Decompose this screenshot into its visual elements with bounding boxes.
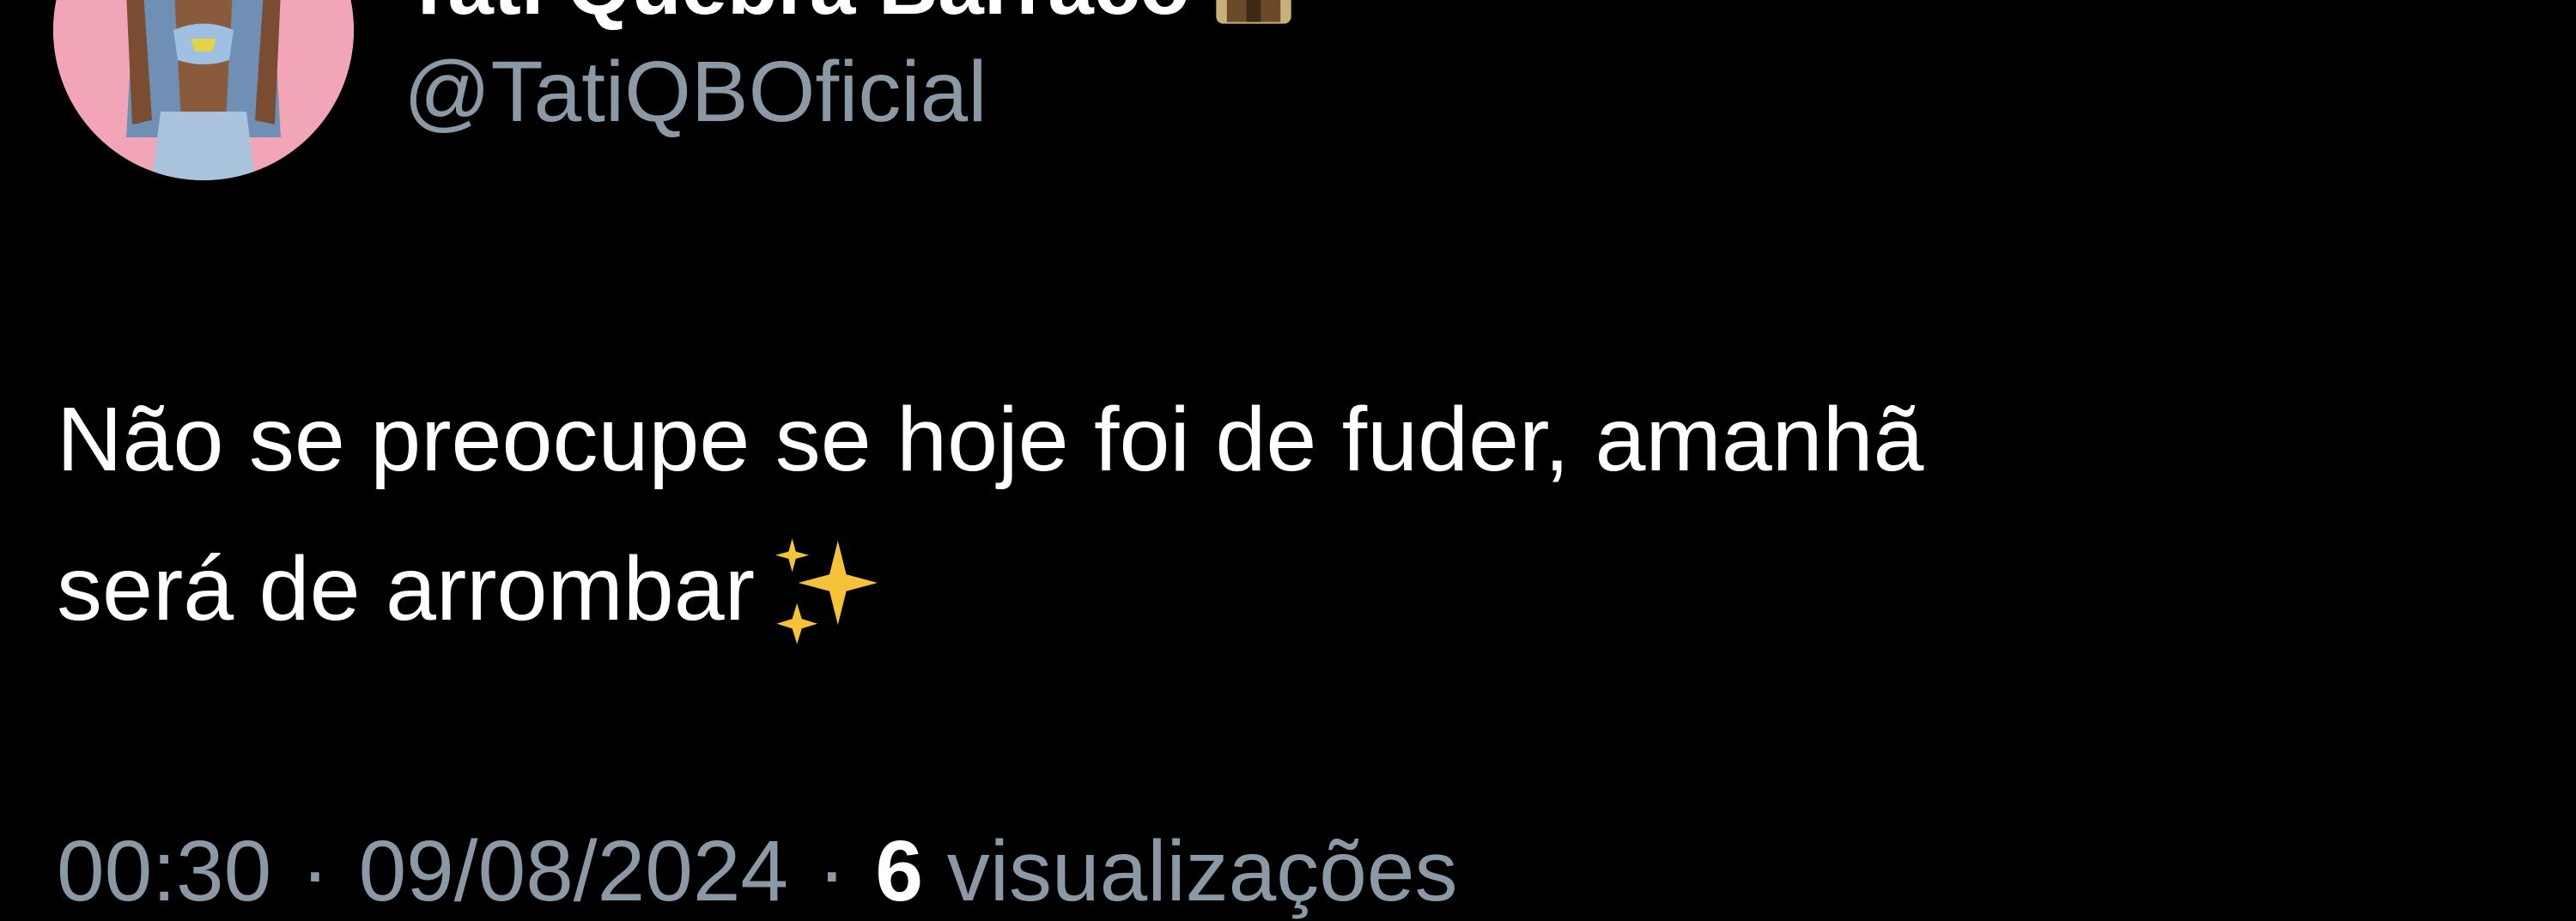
tweet-text-line-1: Não se preocupe se hoje foi de fuder, am… <box>57 389 1924 490</box>
tweet-text-line-2-text: será de arrombar <box>57 538 756 639</box>
tweet-time[interactable]: 00:30 <box>57 823 271 919</box>
tweet-meta: 00:30 · 09/08/2024 · 6 visualizações <box>57 822 1458 921</box>
sparkles-icon <box>763 529 884 649</box>
display-name-row[interactable]: Tati Quebra Barraco <box>404 0 1298 31</box>
avatar-image <box>53 0 354 180</box>
brown-house-icon <box>1209 0 1298 31</box>
meta-separator-2: · <box>817 823 847 919</box>
avatar[interactable] <box>53 0 354 180</box>
views-label: visualizações <box>946 823 1458 919</box>
tweet-date[interactable]: 09/08/2024 <box>359 823 789 919</box>
user-handle[interactable]: @TatiQBOficial <box>404 43 987 142</box>
tweet-text: Não se preocupe se hoje foi de fuder, am… <box>57 365 2512 663</box>
meta-separator: · <box>301 823 330 919</box>
display-name[interactable]: Tati Quebra Barraco <box>404 0 1190 27</box>
tweet-text-line-2: será de arrombar <box>57 514 2512 663</box>
views-count: 6 <box>875 823 923 919</box>
